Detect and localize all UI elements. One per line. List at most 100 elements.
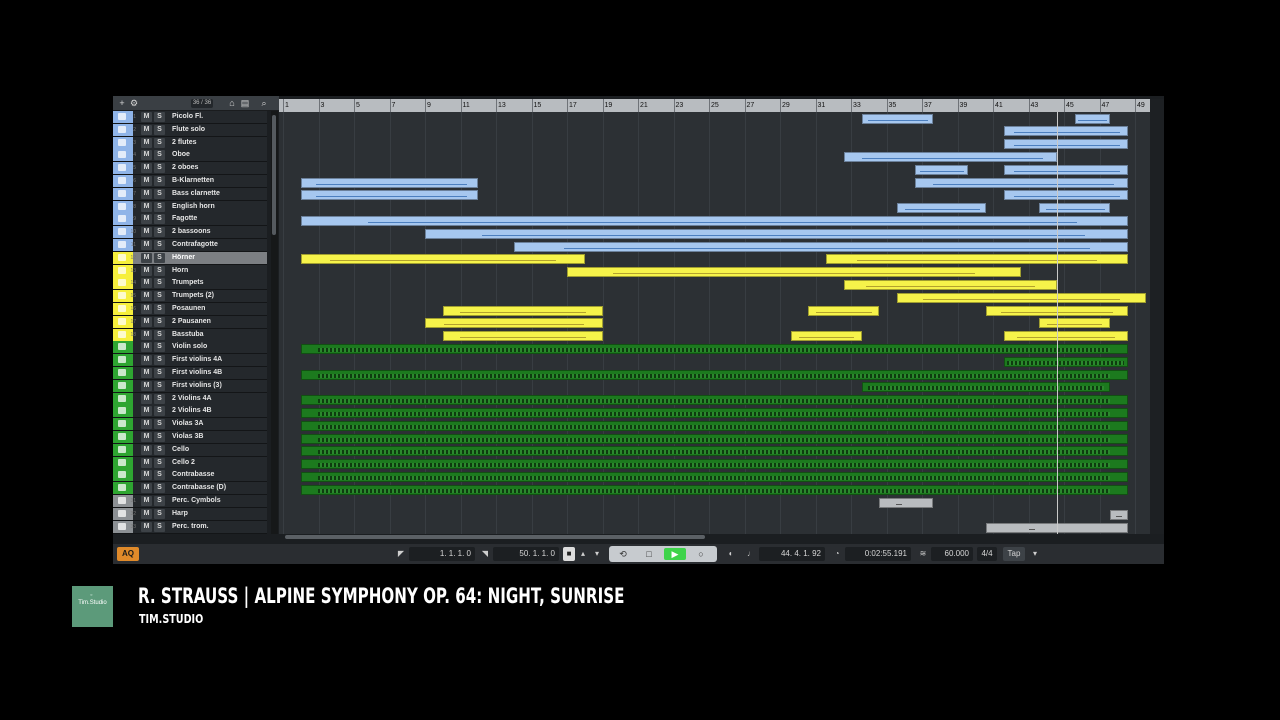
instrument-icon[interactable] bbox=[118, 471, 126, 479]
solo-button[interactable]: S bbox=[154, 240, 165, 250]
clock-icon[interactable]: ◔ bbox=[831, 547, 843, 561]
track-row[interactable]: 6 M S B-Klarnetten bbox=[113, 175, 267, 188]
solo-button[interactable]: S bbox=[154, 137, 165, 148]
instrument-icon[interactable] bbox=[118, 189, 126, 197]
mute-button[interactable]: M bbox=[141, 316, 152, 327]
midi-part[interactable] bbox=[914, 177, 1128, 188]
horizontal-scroll-thumb[interactable] bbox=[285, 535, 705, 539]
solo-button[interactable]: S bbox=[154, 124, 165, 135]
track-name[interactable]: Cello bbox=[172, 444, 264, 456]
vertical-scroll-thumb[interactable] bbox=[272, 115, 276, 235]
mute-button[interactable]: M bbox=[141, 508, 152, 519]
instrument-icon[interactable] bbox=[118, 138, 126, 146]
punch-in-icon[interactable]: ▴ bbox=[577, 547, 589, 561]
solo-button[interactable]: S bbox=[154, 368, 165, 378]
instrument-icon[interactable] bbox=[118, 330, 126, 338]
track-row[interactable]: 31 M S Perc. Cymbols bbox=[113, 495, 267, 508]
track-row[interactable]: 33 M S Perc. trom. bbox=[113, 520, 267, 534]
stop-button[interactable]: □ bbox=[638, 548, 660, 560]
punch-out-icon[interactable]: ▾ bbox=[591, 547, 603, 561]
midi-part[interactable] bbox=[1074, 113, 1111, 124]
midi-part[interactable] bbox=[897, 203, 986, 214]
mute-button[interactable]: M bbox=[141, 368, 152, 378]
instrument-icon[interactable] bbox=[118, 343, 126, 351]
instrument-icon[interactable] bbox=[118, 445, 126, 453]
track-row[interactable]: M S Violas 3B bbox=[113, 431, 267, 444]
mute-button[interactable]: M bbox=[141, 419, 152, 430]
track-name[interactable]: 2 oboes bbox=[172, 162, 264, 174]
tap-tempo-button[interactable]: Tap bbox=[1003, 547, 1025, 561]
mute-button[interactable]: M bbox=[141, 278, 152, 289]
track-row[interactable]: 10 M S 2 bassoons bbox=[113, 226, 267, 240]
right-locator-icon[interactable]: ◥ bbox=[479, 547, 491, 561]
track-name[interactable]: 2 Violins 4B bbox=[172, 405, 264, 417]
add-folder-icon[interactable]: ⚙ bbox=[129, 98, 139, 108]
midi-part[interactable] bbox=[300, 459, 1128, 470]
metronome-toggle-icon[interactable]: ◐ bbox=[725, 547, 737, 561]
lock-icon[interactable]: ■ bbox=[563, 547, 575, 561]
mute-button[interactable]: M bbox=[141, 432, 152, 442]
mute-button[interactable]: M bbox=[141, 496, 152, 506]
instrument-icon[interactable] bbox=[118, 266, 126, 274]
track-name[interactable]: Perc. trom. bbox=[172, 521, 264, 533]
mute-button[interactable]: M bbox=[141, 150, 152, 161]
track-name[interactable]: Trumpets bbox=[172, 277, 264, 289]
track-row[interactable]: 15 M S Trumpets (2) bbox=[113, 290, 267, 304]
midi-part[interactable] bbox=[300, 407, 1128, 418]
track-name[interactable]: 2 bassoons bbox=[172, 226, 264, 238]
mute-button[interactable]: M bbox=[141, 406, 152, 417]
midi-part[interactable] bbox=[897, 292, 1146, 303]
mute-button[interactable]: M bbox=[141, 188, 152, 199]
track-name[interactable]: Fagotte bbox=[172, 213, 264, 225]
mute-button[interactable]: M bbox=[141, 342, 152, 353]
track-name[interactable]: First violins (3) bbox=[172, 380, 264, 392]
track-name[interactable]: First violins 4A bbox=[172, 354, 264, 366]
midi-part[interactable] bbox=[861, 113, 933, 124]
instrument-icon[interactable] bbox=[118, 177, 126, 184]
midi-part[interactable] bbox=[808, 305, 880, 316]
mute-button[interactable]: M bbox=[141, 457, 152, 468]
instrument-icon[interactable] bbox=[118, 484, 126, 492]
track-name[interactable]: Horn bbox=[172, 265, 264, 277]
instrument-icon[interactable] bbox=[118, 164, 126, 172]
midi-part[interactable] bbox=[300, 446, 1128, 457]
mute-button[interactable]: M bbox=[141, 329, 152, 340]
track-name[interactable]: Violas 3A bbox=[172, 418, 264, 430]
arrange-view[interactable] bbox=[279, 112, 1164, 534]
solo-button[interactable]: S bbox=[154, 214, 165, 225]
track-name[interactable]: Trumpets (2) bbox=[172, 290, 264, 302]
track-row[interactable]: 14 M S Trumpets bbox=[113, 277, 267, 291]
horizontal-scrollbar[interactable] bbox=[279, 534, 1164, 541]
mute-button[interactable]: M bbox=[141, 201, 152, 212]
time-signature-field[interactable]: 4/4 bbox=[977, 547, 997, 561]
auto-quantize-button[interactable]: AQ bbox=[117, 547, 139, 561]
instrument-icon[interactable] bbox=[118, 202, 126, 210]
mute-button[interactable]: M bbox=[141, 137, 152, 148]
instrument-icon[interactable] bbox=[118, 305, 126, 312]
solo-button[interactable]: S bbox=[154, 176, 165, 186]
track-name[interactable]: Picolo Fl. bbox=[172, 111, 264, 123]
left-locator-icon[interactable]: ◤ bbox=[395, 547, 407, 561]
midi-part[interactable] bbox=[826, 254, 1128, 265]
track-row[interactable]: 17 M S 2 Pausanen bbox=[113, 315, 267, 329]
solo-button[interactable]: S bbox=[154, 265, 165, 276]
home-icon[interactable]: ⌂ bbox=[227, 98, 237, 108]
solo-button[interactable]: S bbox=[154, 380, 165, 391]
solo-button[interactable]: S bbox=[154, 496, 165, 506]
solo-button[interactable]: S bbox=[154, 470, 165, 481]
solo-button[interactable]: S bbox=[154, 419, 165, 430]
track-row[interactable]: 8 M S English horn bbox=[113, 200, 267, 214]
track-name[interactable]: B-Klarnetten bbox=[172, 175, 264, 187]
transport-menu-icon[interactable]: ▾ bbox=[1029, 547, 1041, 561]
mute-button[interactable]: M bbox=[141, 304, 152, 314]
instrument-icon[interactable] bbox=[118, 381, 126, 389]
track-row[interactable]: M S Cello 2 bbox=[113, 456, 267, 470]
instrument-icon[interactable] bbox=[118, 356, 126, 364]
track-row[interactable]: M S First violins (3) bbox=[113, 379, 267, 393]
track-row[interactable]: 13 M S Horn bbox=[113, 264, 267, 278]
solo-button[interactable]: S bbox=[154, 355, 165, 366]
track-name[interactable]: 2 flutes bbox=[172, 137, 264, 149]
track-name[interactable]: Violin solo bbox=[172, 341, 264, 353]
midi-part[interactable] bbox=[843, 151, 1057, 162]
solo-button[interactable]: S bbox=[154, 278, 165, 289]
